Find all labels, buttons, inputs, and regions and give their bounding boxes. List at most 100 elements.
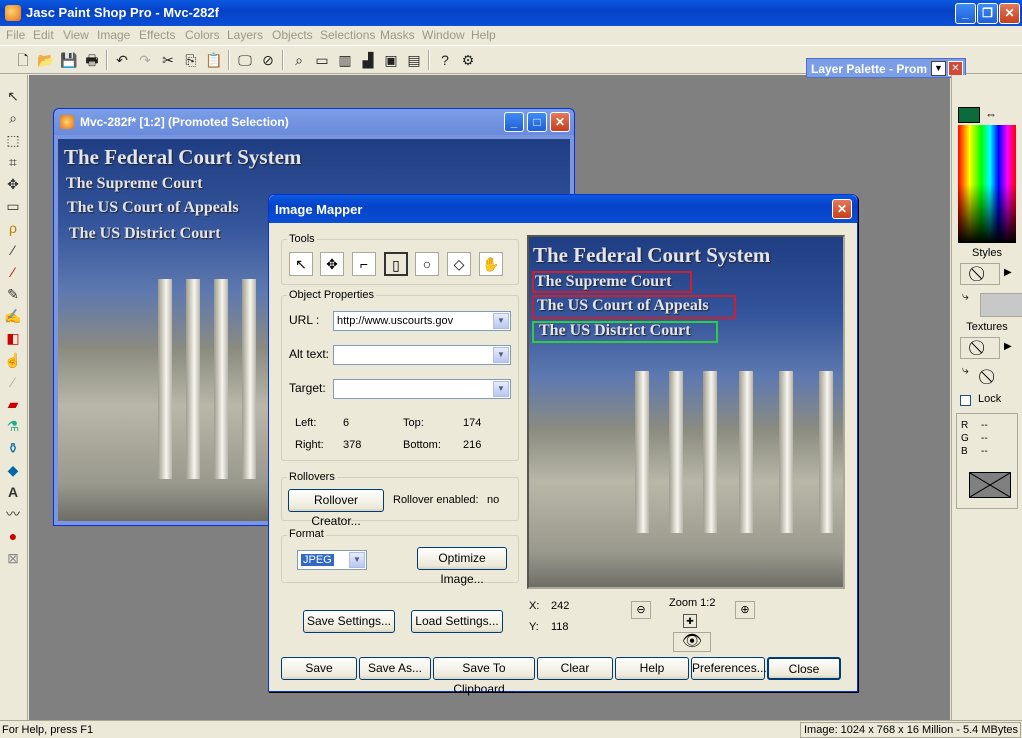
zoom-icon[interactable]: ⌕ [290, 51, 308, 69]
picture-tube-icon[interactable]: ⚗ [4, 417, 22, 435]
chevron-down-icon[interactable]: ▼ [493, 381, 509, 397]
circle-tool-icon[interactable]: ○ [415, 252, 439, 276]
redo-icon[interactable]: ↷ [136, 51, 154, 69]
chevron-down-icon[interactable]: ▼ [349, 552, 365, 568]
arrow-tool-icon[interactable]: ↖ [4, 87, 22, 105]
menu-selections[interactable]: Selections [320, 28, 375, 42]
dropper-tool-icon[interactable]: ⁄ [4, 263, 22, 281]
load-settings-button[interactable]: Load Settings... [411, 610, 503, 633]
monitor-icon[interactable]: 🖵 [236, 51, 254, 69]
menu-masks[interactable]: Masks [380, 28, 415, 42]
color-palette-icon[interactable]: ▥ [336, 51, 354, 69]
overview-icon[interactable]: ▤ [405, 51, 423, 69]
text-tool-icon[interactable]: A [4, 483, 22, 501]
context-help-icon[interactable]: ? [436, 51, 454, 69]
lock-checkbox[interactable] [960, 395, 971, 406]
save-to-clipboard-button[interactable]: Save To Clipboard... [433, 657, 535, 696]
hand-tool-icon[interactable]: ✋ [479, 252, 503, 276]
styles-null-icon[interactable]: ⃠ [960, 263, 1000, 285]
arrow-tool-icon[interactable]: ↖ [289, 252, 313, 276]
print-icon[interactable]: 🖶 [83, 51, 101, 69]
menu-effects[interactable]: Effects [139, 28, 175, 42]
clone-brush-icon[interactable]: ✍ [4, 307, 22, 325]
menu-layers[interactable]: Layers [227, 28, 263, 42]
dropdown-arrow-icon[interactable]: ▼ [931, 61, 946, 76]
object-selector-icon[interactable]: ⊠ [4, 549, 22, 567]
menu-edit[interactable]: Edit [33, 28, 54, 42]
menu-help[interactable]: Help [471, 28, 496, 42]
zoom-fit-icon[interactable]: ✚ [683, 614, 697, 628]
url-combobox[interactable]: http://www.uscourts.gov ▼ [333, 311, 511, 331]
open-folder-icon[interactable]: 📂 [37, 51, 55, 69]
swap-styles-icon[interactable]: ⤷ [962, 289, 969, 304]
freehand-tool-icon[interactable]: ρ [4, 219, 22, 237]
polygon-tool-icon[interactable]: ⌐ [352, 252, 376, 276]
rectangle-tool-icon[interactable]: ▯ [384, 252, 408, 276]
background-style-swatch[interactable] [980, 293, 1022, 317]
layer-palette[interactable]: Layer Palette - Prom ▼ ✕ [806, 58, 966, 78]
optimize-image-button[interactable]: Optimize Image... [417, 547, 507, 586]
layers-icon[interactable]: ▣ [382, 51, 400, 69]
rollover-creator-button[interactable]: Rollover Creator... [288, 489, 384, 528]
flood-fill-icon[interactable]: ◆ [4, 461, 22, 479]
close-icon[interactable]: ✕ [948, 61, 963, 76]
magic-wand-icon[interactable]: ⁄ [4, 241, 22, 259]
copy-icon[interactable]: ⎘ [182, 51, 200, 69]
menu-objects[interactable]: Objects [272, 28, 313, 42]
color-replacer-icon[interactable]: ◧ [4, 329, 22, 347]
map-area-1[interactable] [532, 271, 692, 293]
target-combobox[interactable]: ▼ [333, 379, 511, 399]
close-button[interactable]: ✕ [999, 3, 1020, 24]
textures-null-icon[interactable]: ⃠ [960, 337, 1000, 359]
styles-arrow-icon[interactable]: ▶ [1004, 267, 1012, 278]
preview-eye-icon[interactable]: 👁 [673, 632, 711, 652]
menu-view[interactable]: View [63, 28, 89, 42]
image-close-button[interactable]: ✕ [550, 112, 570, 132]
color-spectrum[interactable] [958, 125, 1016, 243]
zoom-out-icon[interactable]: ⊖ [631, 601, 651, 619]
texture-null-icon[interactable]: ⃠ [990, 367, 1020, 389]
restore-button[interactable]: ❐ [977, 3, 998, 24]
menu-colors[interactable]: Colors [185, 28, 220, 42]
format-combobox[interactable]: JPEG ▼ [297, 550, 367, 570]
save-settings-button[interactable]: Save Settings... [303, 610, 395, 633]
swap-textures-icon[interactable]: ⤷ [962, 363, 969, 378]
save-icon[interactable]: 💾 [60, 51, 78, 69]
new-file-icon[interactable]: 🗋 [14, 51, 32, 69]
minimize-button[interactable]: _ [955, 3, 976, 24]
alt-text-combobox[interactable]: ▼ [333, 345, 511, 365]
menu-window[interactable]: Window [422, 28, 465, 42]
mover-tool-icon[interactable]: ✥ [4, 175, 22, 193]
map-area-selected[interactable] [532, 321, 718, 343]
airbrush-icon[interactable]: ⚱ [4, 439, 22, 457]
menu-image[interactable]: Image [97, 28, 130, 42]
deform-tool-icon[interactable]: ⬚ [4, 131, 22, 149]
zoom-in-icon[interactable]: ⊕ [735, 601, 755, 619]
help-button[interactable]: Help [615, 657, 689, 680]
save-as-button[interactable]: Save As... [359, 657, 431, 680]
preferences-button[interactable]: Preferences... [691, 657, 767, 680]
paste-icon[interactable]: 📋 [205, 51, 223, 69]
textures-arrow-icon[interactable]: ▶ [1004, 341, 1012, 352]
close-dialog-button[interactable]: Close [767, 657, 841, 680]
eraser-tool-icon[interactable]: ▰ [4, 395, 22, 413]
save-button[interactable]: Save [281, 657, 357, 680]
move-tool-icon[interactable]: ✥ [320, 252, 344, 276]
toolbar-toggle-icon[interactable]: ▭ [313, 51, 331, 69]
script-icon[interactable]: ⚙ [459, 51, 477, 69]
histogram-icon[interactable]: ▟ [359, 51, 377, 69]
mapper-close-icon[interactable]: ✕ [832, 199, 852, 219]
paint-brush-icon[interactable]: ✎ [4, 285, 22, 303]
clear-button[interactable]: Clear [537, 657, 613, 680]
preset-shapes-icon[interactable]: ● [4, 527, 22, 545]
swap-colors-icon[interactable]: ⇔ [982, 107, 1000, 123]
retouch-tool-icon[interactable]: ☝ [4, 351, 22, 369]
undo-icon[interactable]: ↶ [113, 51, 131, 69]
eraser-tool-icon[interactable]: ◇ [447, 252, 471, 276]
chevron-down-icon[interactable]: ▼ [493, 313, 509, 329]
browse-icon[interactable]: ⊘ [259, 51, 277, 69]
crop-tool-icon[interactable]: ⌗ [4, 153, 22, 171]
chevron-down-icon[interactable]: ▼ [493, 347, 509, 363]
image-minimize-button[interactable]: _ [504, 112, 524, 132]
menu-file[interactable]: File [6, 28, 25, 42]
